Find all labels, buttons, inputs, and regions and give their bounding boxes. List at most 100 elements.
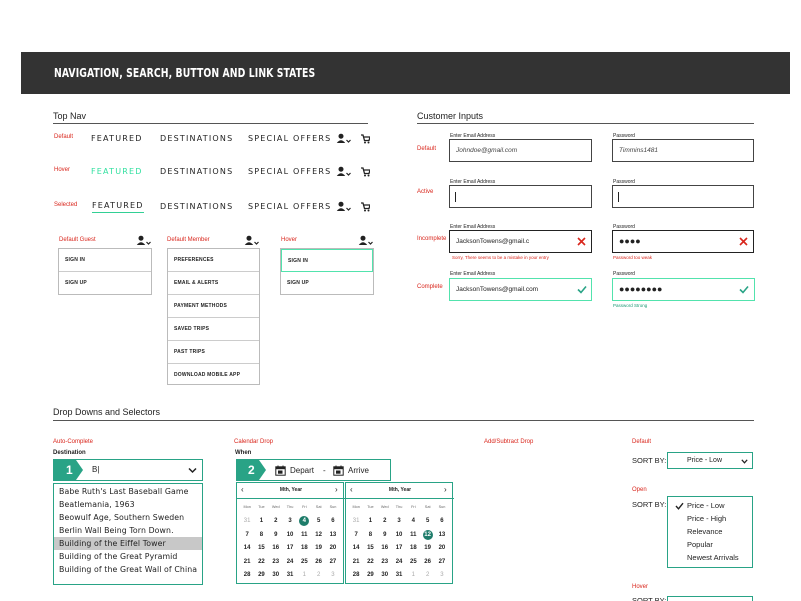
calendar-day[interactable]: 21 [240,556,254,570]
password-field-valid[interactable]: ●●●●●●●● [612,278,755,301]
calendar-day[interactable]: 6 [326,515,340,529]
nav-featured[interactable]: FEATURED [91,134,143,143]
calendar-day[interactable]: 26 [312,556,326,570]
user-icon[interactable] [358,235,374,246]
dropdown-item-payment-methods[interactable]: PAYMENT METHODS [168,295,259,318]
calendar-day[interactable]: 3 [435,569,449,583]
nav-special-offers[interactable]: SPECIAL OFFERS [248,202,331,211]
dropdown-item-past-trips[interactable]: PAST TRIPS [168,341,259,364]
calendar-day[interactable]: 3 [392,515,406,529]
user-icon[interactable] [336,201,346,211]
sort-option[interactable]: Relevance [668,525,752,538]
dropdown-item-preferences[interactable]: PREFERENCES [168,249,259,272]
nav-special-offers[interactable]: SPECIAL OFFERS [248,134,331,143]
calendar-day[interactable]: 23 [269,556,283,570]
calendar-day[interactable]: 11 [297,529,311,543]
calendar-day[interactable]: 2 [312,569,326,583]
calendar-day[interactable]: 8 [363,529,377,543]
nav-destinations[interactable]: DESTINATIONS [160,202,233,211]
calendar-day[interactable]: 13 [435,529,449,543]
email-field-valid[interactable]: JacksonTowens@gmail.com [449,278,592,301]
calendar-day[interactable]: 1 [363,515,377,529]
calendar-day[interactable]: 1 [406,569,420,583]
calendar-day[interactable]: 15 [363,542,377,556]
calendar-day[interactable]: 2 [421,569,435,583]
dropdown-item-sign-up[interactable]: SIGN UP [59,272,151,295]
chevron-down-icon[interactable] [346,139,351,143]
calendar-day[interactable]: 29 [363,569,377,583]
calendar-day[interactable]: 23 [378,556,392,570]
calendar-day[interactable]: 25 [297,556,311,570]
sort-option[interactable]: Popular [668,538,752,551]
calendar-day[interactable]: 2 [378,515,392,529]
email-field-active[interactable] [449,185,592,208]
suggestion-item[interactable]: Building of the Great Pyramid [54,550,202,563]
dropdown-item-email-alerts[interactable]: EMAIL & ALERTS [168,272,259,295]
dropdown-item-sign-up[interactable]: SIGN UP [281,272,373,295]
calendar-day[interactable]: 15 [254,542,268,556]
calendar-day[interactable]: 9 [269,529,283,543]
calendar-day[interactable]: 10 [283,529,297,543]
user-icon[interactable] [244,235,260,246]
calendar-day[interactable]: 20 [326,542,340,556]
calendar-icon[interactable] [333,465,344,476]
calendar-day[interactable]: 18 [297,542,311,556]
calendar-day[interactable]: 19 [421,542,435,556]
calendar-day[interactable]: 28 [240,569,254,583]
user-icon[interactable] [336,133,346,143]
calendar-day[interactable]: 14 [240,542,254,556]
calendar-day[interactable]: 13 [326,529,340,543]
calendar-day[interactable]: 28 [349,569,363,583]
calendar-day[interactable]: 31 [240,515,254,529]
suggestion-item-selected[interactable]: Building of the Eiffel Tower [54,537,202,550]
calendar-day[interactable]: 2 [269,515,283,529]
chevron-down-icon[interactable] [188,467,197,474]
when-input[interactable]: 2 Depart - Arrive [236,459,391,481]
nav-destinations[interactable]: DESTINATIONS [160,134,233,143]
password-field[interactable]: Timmins1481 [612,139,754,162]
sort-option[interactable]: Newest Arrivals [668,551,752,564]
calendar-day[interactable]: 31 [283,569,297,583]
calendar-day[interactable]: 29 [254,569,268,583]
calendar-day[interactable]: 18 [406,542,420,556]
next-month-button[interactable]: › [444,485,447,494]
calendar-day[interactable]: 22 [363,556,377,570]
calendar-day[interactable]: 10 [392,529,406,543]
cart-icon[interactable] [361,202,370,212]
cart-icon[interactable] [361,167,370,177]
calendar-day[interactable]: 30 [378,569,392,583]
calendar-day[interactable]: 16 [269,542,283,556]
calendar-day[interactable]: 11 [406,529,420,543]
suggestion-item[interactable]: Beatlemania, 1963 [54,498,202,511]
calendar-day[interactable]: 20 [435,542,449,556]
calendar-day[interactable]: 4 [406,515,420,529]
calendar-day[interactable]: 25 [406,556,420,570]
calendar-day[interactable]: 1 [297,569,311,583]
chevron-down-icon[interactable] [346,207,351,211]
arrive-label[interactable]: Arrive [348,466,369,475]
calendar-day[interactable]: 4 [297,515,311,529]
calendar-day[interactable]: 12 [312,529,326,543]
email-field-error[interactable]: JacksonTowens@gmail.c [449,230,592,253]
calendar-day[interactable]: 12 [421,529,435,543]
calendar-day[interactable]: 17 [392,542,406,556]
suggestion-item[interactable]: Beowulf Age, Southern Sweden [54,511,202,524]
calendar-day[interactable]: 16 [378,542,392,556]
calendar-day[interactable]: 27 [435,556,449,570]
suggestion-item[interactable]: Babe Ruth's Last Baseball Game [54,485,202,498]
suggestion-item[interactable]: Building of the Great Wall of China [54,563,202,576]
sort-select-hover[interactable] [667,596,753,601]
calendar-day[interactable]: 26 [421,556,435,570]
calendar-day[interactable]: 5 [421,515,435,529]
email-field[interactable]: Johndoe@gmail.com [449,139,592,162]
calendar-day[interactable]: 24 [392,556,406,570]
suggestion-item[interactable]: Berlin Wall Being Torn Down. [54,524,202,537]
calendar-day[interactable]: 5 [312,515,326,529]
calendar-day[interactable]: 31 [392,569,406,583]
user-icon[interactable] [136,235,152,246]
dropdown-item-saved-trips[interactable]: SAVED TRIPS [168,318,259,341]
user-icon[interactable] [336,166,346,176]
calendar-day[interactable]: 9 [378,529,392,543]
calendar-day[interactable]: 6 [435,515,449,529]
nav-destinations[interactable]: DESTINATIONS [160,167,233,176]
